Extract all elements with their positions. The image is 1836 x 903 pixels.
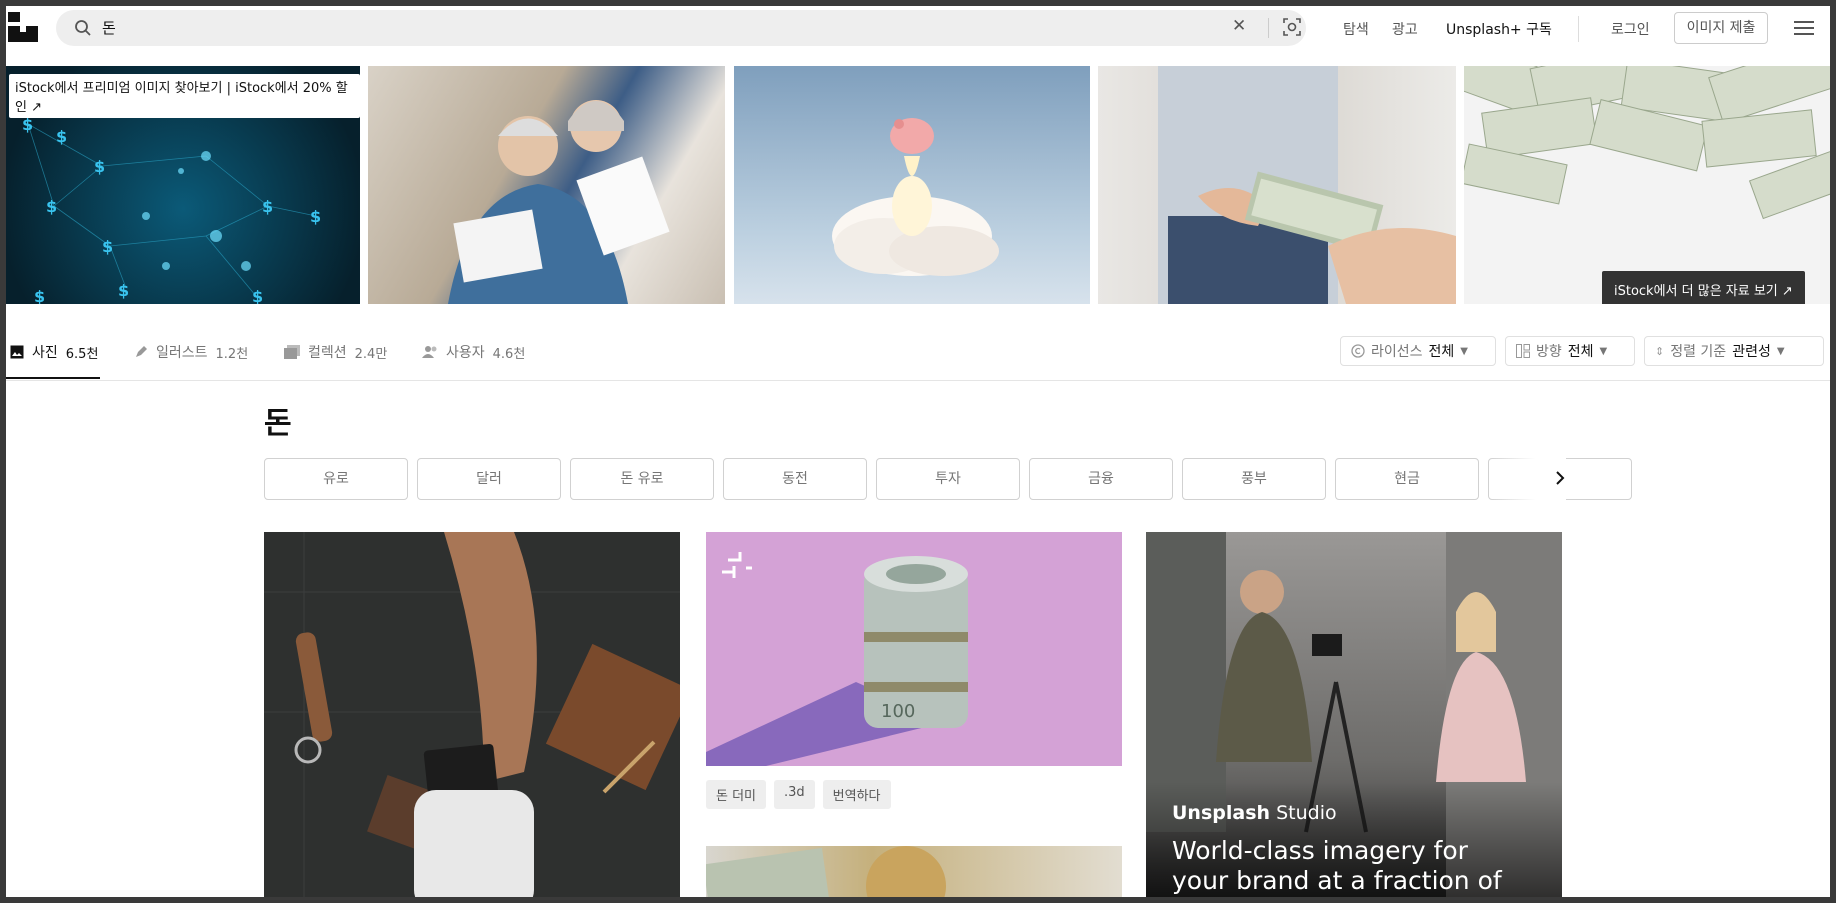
istock-banner: $ $ $ $ $ $ $ $ $ $ iStock에서 프리미엄 이미지 찾아보기 | iS… xyxy=(6,66,1830,310)
tab-collections-label: 컬렉션 xyxy=(308,345,347,361)
sort-filter[interactable]: ⇕ 정렬 기준 관련성 ▼ xyxy=(1644,336,1824,366)
studio-logo-brand: Unsplash xyxy=(1172,802,1271,824)
results-tabs: 사진 6.5천 일러스트 1.2천 컬렉션 2.4만 사용자 4.6천 라이선스… xyxy=(6,324,1830,381)
chevron-down-icon: ▼ xyxy=(1599,345,1608,357)
tab-photos-label: 사진 xyxy=(32,345,58,361)
search-input[interactable] xyxy=(100,17,1004,37)
svg-text:$: $ xyxy=(262,197,273,216)
related-searches: 유로 달러 돈 유로 동전 투자 금융 풍부 현금 xyxy=(264,458,1632,500)
tab-collections[interactable]: 컬렉션 2.4만 xyxy=(284,342,387,362)
svg-text:$: $ xyxy=(56,127,67,146)
istock-image-dollar-bills[interactable]: iStock에서 더 많은 자료 보기 ↗ xyxy=(1464,66,1830,304)
photo-card-payment[interactable] xyxy=(264,532,680,897)
pen-icon xyxy=(136,346,147,357)
collection-icon xyxy=(284,345,300,359)
svg-text:$: $ xyxy=(252,287,263,304)
nav-divider xyxy=(1578,16,1579,42)
tab-users-label: 사용자 xyxy=(446,345,485,361)
tab-users[interactable]: 사용자 4.6천 xyxy=(422,342,525,362)
top-header: ✕ 탐색 광고 Unsplash+ 구독 로그인 이미지 제출 xyxy=(6,6,1830,54)
photo-tag[interactable]: 번역하다 xyxy=(822,780,891,809)
svg-text:$: $ xyxy=(94,157,105,176)
users-icon xyxy=(422,346,437,358)
istock-more-link[interactable]: iStock에서 더 많은 자료 보기 ↗ xyxy=(1602,271,1805,304)
chevron-right-icon[interactable] xyxy=(1554,470,1566,491)
istock-image-piggy-rocket[interactable] xyxy=(734,66,1090,304)
clear-icon[interactable]: ✕ xyxy=(1232,16,1246,36)
tab-illustrations[interactable]: 일러스트 1.2천 xyxy=(134,342,248,362)
tab-collections-count: 2.4만 xyxy=(354,346,388,362)
studio-headline: World-class imagery for your brand at a … xyxy=(1172,836,1502,897)
photo-tag[interactable]: .3d xyxy=(774,780,815,809)
search-bar[interactable]: ✕ xyxy=(56,10,1306,46)
tab-users-count: 4.6천 xyxy=(492,346,526,362)
license-filter[interactable]: 라이선스 전체 ▼ xyxy=(1340,336,1496,366)
related-chip[interactable]: 동전 xyxy=(723,458,867,500)
copyright-icon xyxy=(1351,344,1365,358)
hamburger-menu-icon[interactable] xyxy=(1794,20,1814,40)
related-chip[interactable]: 돈 유로 xyxy=(570,458,714,500)
svg-text:$: $ xyxy=(46,197,57,216)
unsplash-studio-logo: Unsplash Studio xyxy=(1172,802,1337,824)
svg-text:$: $ xyxy=(118,281,129,300)
search-icon[interactable] xyxy=(74,19,92,41)
istock-image-network[interactable]: $ $ $ $ $ $ $ $ $ $ iStock에서 프리미엄 이미지 찾아보기 | iS… xyxy=(6,66,360,304)
photo-tags: 돈 더미 .3d 번역하다 xyxy=(706,780,891,809)
license-filter-label: 라이선스 xyxy=(1371,344,1423,360)
svg-text:100: 100 xyxy=(881,701,915,722)
studio-logo-suffix: Studio xyxy=(1276,802,1337,824)
photo-icon xyxy=(10,345,24,359)
related-chip[interactable]: 달러 xyxy=(417,458,561,500)
tab-illustrations-count: 1.2천 xyxy=(215,346,249,362)
nav-explore[interactable]: 탐색 xyxy=(1343,19,1369,39)
active-tab-indicator xyxy=(6,377,100,379)
related-chip[interactable]: 금융 xyxy=(1029,458,1173,500)
photo-coins-bills[interactable] xyxy=(706,846,1122,897)
istock-image-couple[interactable] xyxy=(368,66,725,304)
chevron-down-icon: ▼ xyxy=(1460,345,1468,357)
related-chip[interactable]: 유로 xyxy=(264,458,408,500)
orientation-filter-label: 방향 xyxy=(1536,344,1562,360)
browser-page: ✕ 탐색 광고 Unsplash+ 구독 로그인 이미지 제출 xyxy=(6,6,1830,897)
submit-image-button[interactable]: 이미지 제출 xyxy=(1674,12,1768,44)
svg-text:$: $ xyxy=(102,237,113,256)
svg-text:$: $ xyxy=(34,287,45,304)
istock-promo-badge[interactable]: iStock에서 프리미엄 이미지 찾아보기 | iStock에서 20% 할인… xyxy=(9,74,360,118)
related-chip[interactable]: 풍부 xyxy=(1182,458,1326,500)
login-link[interactable]: 로그인 xyxy=(1611,19,1650,39)
sort-filter-label: 정렬 기준 xyxy=(1670,344,1727,360)
orientation-filter[interactable]: 방향 전체 ▼ xyxy=(1505,336,1635,366)
license-filter-value: 전체 xyxy=(1428,344,1455,360)
tab-photos-count: 6.5천 xyxy=(65,346,99,362)
photo-rolled-dollars[interactable]: 100 xyxy=(706,532,1122,766)
nav-advertise[interactable]: 광고 xyxy=(1392,19,1418,39)
related-chip[interactable]: 투자 xyxy=(876,458,1020,500)
orientation-filter-value: 전체 xyxy=(1567,344,1594,360)
svg-text:$: $ xyxy=(310,207,321,226)
sort-icon: ⇕ xyxy=(1655,344,1665,358)
search-divider xyxy=(1268,18,1269,38)
tab-illustrations-label: 일러스트 xyxy=(156,345,208,361)
istock-image-handing-cash[interactable] xyxy=(1098,66,1456,304)
nav-unsplash-plus[interactable]: Unsplash+ 구독 xyxy=(1446,19,1552,39)
photo-tag[interactable]: 돈 더미 xyxy=(706,780,767,809)
layout-icon xyxy=(1516,344,1530,358)
chevron-down-icon: ▼ xyxy=(1776,345,1785,357)
unsplash-logo[interactable] xyxy=(8,12,38,42)
related-chip[interactable]: 현금 xyxy=(1335,458,1479,500)
page-title: 돈 xyxy=(264,406,292,441)
sort-filter-value: 관련성 xyxy=(1732,344,1771,360)
visual-search-icon[interactable] xyxy=(1282,17,1302,41)
tab-photos[interactable]: 사진 6.5천 xyxy=(10,342,98,362)
